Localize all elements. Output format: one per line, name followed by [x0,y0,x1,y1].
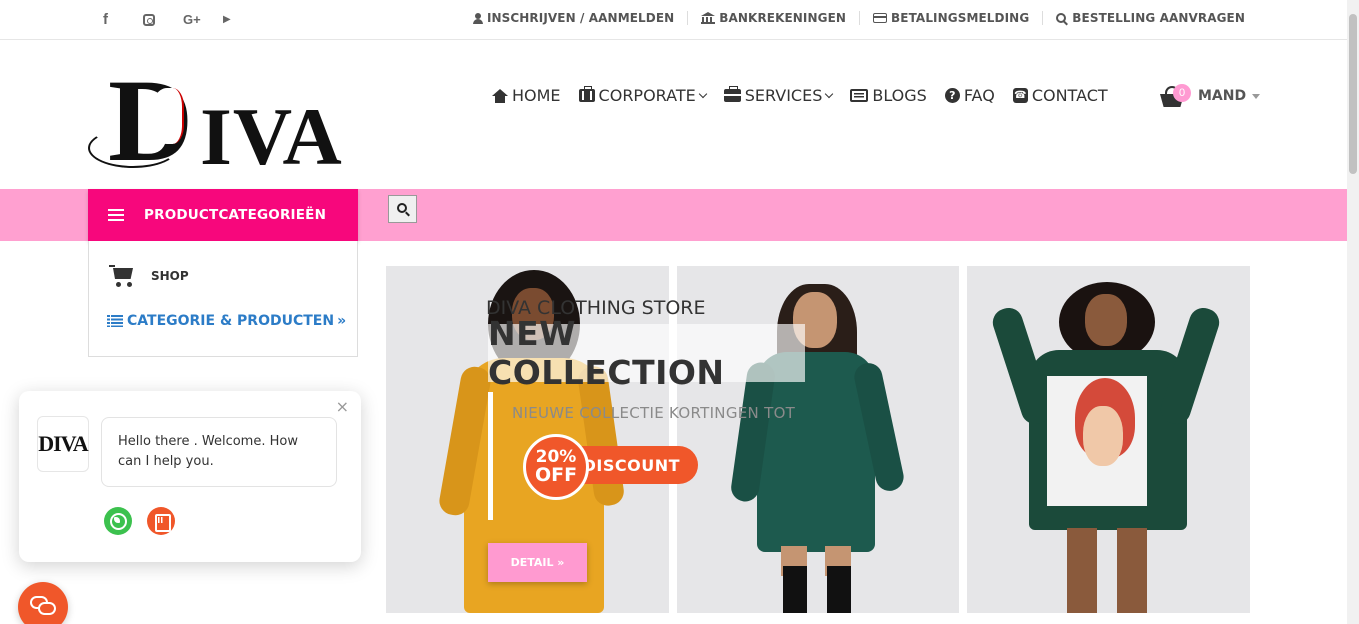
hamburger-icon [108,209,124,221]
category-products-link[interactable]: CATEGORIE & PRODUCTEN » [107,313,346,329]
google-plus-icon[interactable]: G+ [183,10,223,30]
payment-notice-label: BETALINGSMELDING [891,11,1030,25]
social-links: f G+ ▶ [103,10,263,30]
nav-home-label: HOME [512,86,561,105]
credit-card-icon [873,13,888,23]
bank-icon [701,12,716,24]
divider [1042,11,1044,25]
youtube-icon[interactable]: ▶ [223,10,263,30]
caret-down-icon [1252,93,1261,99]
page-scrollbar[interactable] [1347,0,1359,624]
nav-contact-label: CONTACT [1031,86,1108,105]
product-categories-label: PRODUCTCATEGORIEËN [144,207,327,223]
phone-icon: ☎ [1012,88,1028,103]
hero-image-green-shirt [677,266,959,613]
nav-contact[interactable]: ☎ CONTACT [1012,86,1108,105]
whatsapp-icon[interactable] [104,507,132,535]
shop-label: SHOP [151,269,189,283]
nav-corporate[interactable]: CORPORATE [578,86,707,105]
phone-icon[interactable] [147,507,175,535]
chat-popup: × DIVA Hello there . Welcome. How can I … [19,391,361,562]
nav-faq-label: FAQ [963,86,995,105]
nav-blogs-label: BLOGS [872,86,927,105]
account-links: INSCHRIJVEN / AANMELDEN BANKREKENINGEN B… [472,11,1245,25]
category-products-label: CATEGORIE & PRODUCTEN [127,313,335,329]
hero-slider[interactable]: DIVA CLOTHING STORE NEW COLLECTION NIEUW… [386,266,1250,613]
hero-image-green-hoodie [967,266,1250,613]
top-bar: f G+ ▶ INSCHRIJVEN / AANMELDEN BANKREKEN… [0,0,1347,40]
avatar: DIVA [37,416,89,472]
nav-corporate-label: CORPORATE [598,86,696,105]
divider [859,11,861,25]
close-icon[interactable]: × [336,397,349,416]
home-icon [492,88,508,103]
chat-launcher-button[interactable] [18,582,68,624]
search-icon [1056,13,1067,23]
bank-accounts-label: BANKREKENINGEN [719,11,847,25]
shop-link[interactable]: SHOP [109,265,189,287]
nav-services[interactable]: SERVICES [723,86,834,105]
cart-button[interactable]: 0 MAND [1158,84,1261,108]
search-icon [397,203,407,213]
register-login-label: INSCHRIJVEN / AANMELDEN [486,11,675,25]
shopping-cart-icon [109,265,135,287]
divider [687,11,689,25]
logo-face [150,88,184,144]
double-chevron-right-icon: » [337,313,347,329]
scrollbar-thumb[interactable] [1349,14,1357,174]
newspaper-icon [850,89,869,102]
suitcase-icon [578,86,595,102]
diva-logo[interactable]: D IVA [88,62,370,180]
list-icon [107,315,123,327]
facebook-icon[interactable]: f [103,10,143,30]
category-panel: SHOP CATEGORIE & PRODUCTEN » [88,241,358,357]
cart-count-badge: 0 [1173,84,1191,102]
detail-button[interactable]: DETAIL » [488,543,587,582]
question-circle-icon: ? [944,88,960,103]
bank-accounts-link[interactable]: BANKREKENINGEN [701,11,846,25]
nav-blogs[interactable]: BLOGS [850,86,927,105]
register-login-link[interactable]: INSCHRIJVEN / AANMELDEN [472,11,675,25]
search-button[interactable] [388,195,417,223]
payment-notice-link[interactable]: BETALINGSMELDING [873,11,1029,25]
logo-text: IVA [200,91,343,182]
order-request-label: BESTELLING AANVRAGEN [1072,11,1245,25]
order-request-link[interactable]: BESTELLING AANVRAGEN [1056,11,1245,25]
user-icon [472,12,483,24]
nav-home[interactable]: HOME [492,86,561,105]
chevron-down-icon [825,89,834,98]
nav-services-label: SERVICES [744,86,823,105]
instagram-icon[interactable] [143,10,183,30]
basket-icon: 0 [1158,84,1191,108]
nav-faq[interactable]: ? FAQ [944,86,995,105]
cart-label: MAND [1198,88,1247,104]
chevron-down-icon [698,89,707,98]
briefcase-icon [723,86,741,102]
chat-message: Hello there . Welcome. How can I help yo… [101,417,337,487]
main-nav: HOME CORPORATE SERVICES BLOGS ? FAQ ☎ CONT… [492,86,1108,105]
product-categories-button[interactable]: PRODUCTCATEGORIEËN [88,189,358,241]
